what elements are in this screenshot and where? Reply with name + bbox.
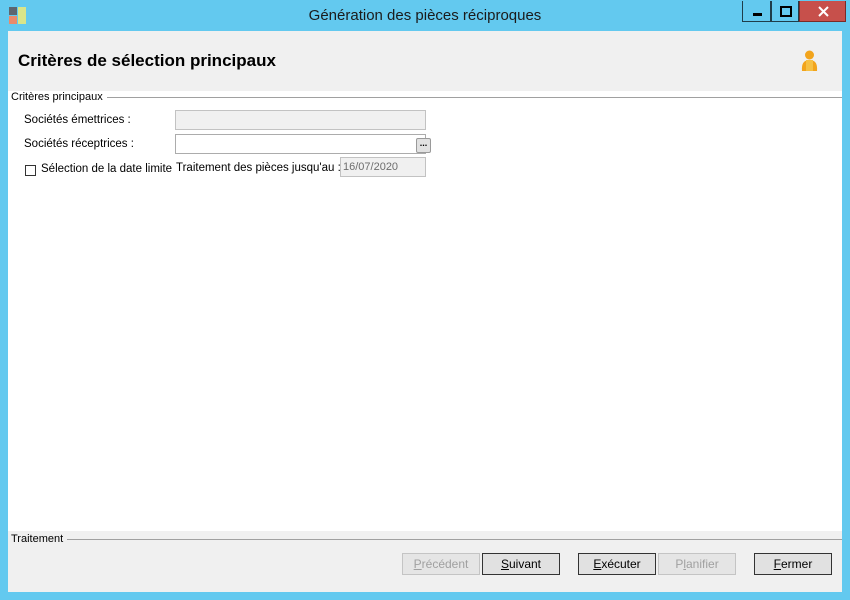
precedent-button[interactable]: Précédent (402, 553, 480, 575)
receptrices-label: Sociétés réceptrices : (24, 138, 134, 150)
suivant-label-post: uivant (508, 557, 542, 571)
receptrices-browse-button[interactable]: ... (416, 138, 431, 153)
executer-label-post: xécuter (601, 557, 641, 571)
date-limit-label[interactable]: Sélection de la date limite (41, 163, 172, 175)
precedent-label-post: récédent (421, 557, 469, 571)
maximize-button[interactable] (771, 1, 799, 22)
close-button[interactable] (799, 1, 846, 22)
executer-button[interactable]: Exécuter (578, 553, 656, 575)
suivant-button[interactable]: Suivant (482, 553, 560, 575)
receptrices-field[interactable] (175, 134, 426, 154)
group-label-main: Critères principaux (11, 91, 107, 103)
precedent-label-key: P (413, 557, 422, 571)
dialog-client-area: Critères de sélection principaux Critère… (8, 31, 842, 592)
emettrices-field[interactable] (175, 110, 426, 130)
group-label-traitement: Traitement (11, 533, 68, 545)
user-icon[interactable] (800, 50, 819, 72)
header-panel: Critères de sélection principaux (8, 31, 842, 91)
fermer-button[interactable]: Fermer (754, 553, 832, 575)
traitement-label: Traitement des pièces jusqu'au : (176, 162, 341, 174)
planifier-label-post: anifier (686, 557, 719, 571)
fermer-label-key: F (773, 557, 781, 571)
window-title: Génération des pièces réciproques (308, 7, 542, 24)
group-divider-main (102, 97, 842, 98)
date-limit-checkbox[interactable] (25, 165, 36, 176)
fermer-label-post: ermer (781, 557, 813, 571)
title-bar[interactable]: Génération des pièces réciproques (0, 0, 850, 31)
traitement-date-field[interactable]: 16/07/2020 (340, 157, 426, 177)
emettrices-label: Sociétés émettrices : (24, 114, 131, 126)
maximize-icon (780, 6, 792, 17)
group-divider-traitement (66, 539, 842, 540)
traitement-date-value: 16/07/2020 (343, 161, 399, 173)
minimize-icon (753, 13, 762, 16)
minimize-button[interactable] (742, 1, 771, 22)
planifier-button[interactable]: Planifier (658, 553, 736, 575)
close-icon (818, 6, 829, 17)
page-title: Critères de sélection principaux (18, 51, 276, 70)
suivant-label-key: S (500, 557, 509, 571)
